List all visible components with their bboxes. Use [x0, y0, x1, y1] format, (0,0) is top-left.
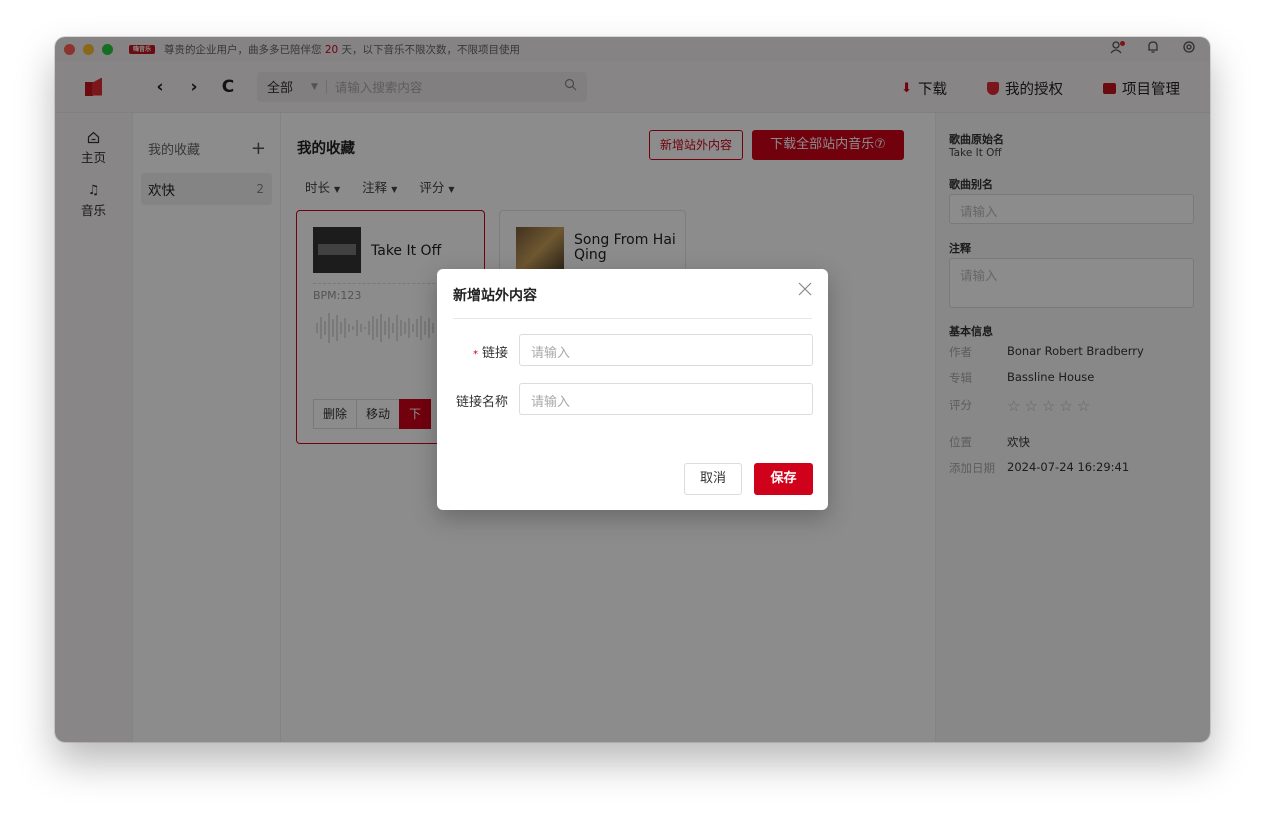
link-name-label: 链接名称 — [455, 395, 508, 410]
link-name-field-row: 链接名称 请输入 — [437, 383, 828, 415]
link-label: * 链接 — [472, 346, 508, 361]
dialog-title: 新增站外内容 — [453, 288, 537, 304]
save-button[interactable]: 保存 — [754, 463, 813, 495]
app-window: 嗨音乐 尊贵的企业用户，曲多多已陪伴您 20 天，以下音乐不限次数，不限项目使用… — [55, 37, 1210, 742]
required-marker: * — [472, 349, 478, 360]
divider — [453, 318, 812, 319]
link-input[interactable]: 请输入 — [519, 334, 813, 366]
link-field-row: * 链接 请输入 — [437, 334, 828, 366]
close-icon[interactable] — [798, 280, 812, 301]
add-external-content-dialog: 新增站外内容 * 链接 请输入 链接名称 请输入 取消 保存 — [437, 269, 828, 510]
link-name-input[interactable]: 请输入 — [519, 383, 813, 415]
cancel-button[interactable]: 取消 — [684, 463, 742, 495]
